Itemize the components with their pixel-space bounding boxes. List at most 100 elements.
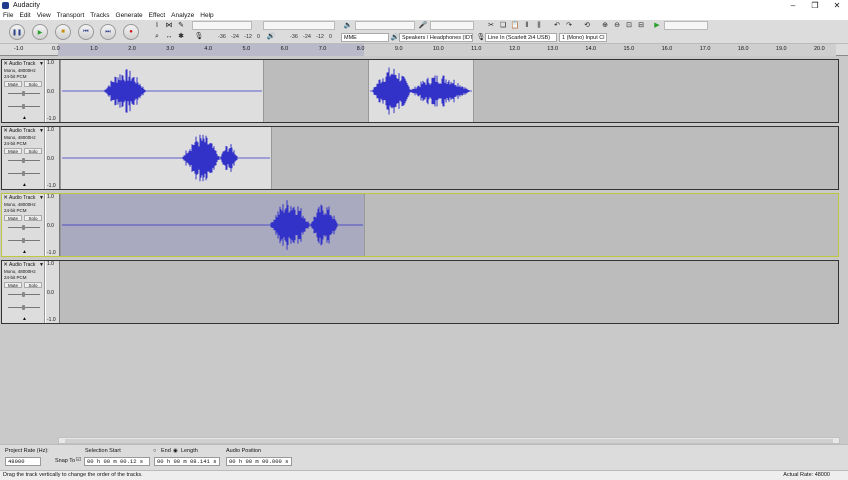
audio-track[interactable]: ✕ Audio Track ▼ Mono, 48000Hz 24-bit PCM… xyxy=(1,126,839,190)
close-icon[interactable]: ✕ xyxy=(826,0,848,11)
waveform-area[interactable] xyxy=(60,261,838,323)
copy-icon[interactable]: ❏ xyxy=(498,21,508,30)
chevron-down-icon[interactable]: ▼ xyxy=(39,128,44,134)
playback-volume-slider[interactable] xyxy=(355,21,415,30)
solo-button[interactable]: Solo xyxy=(24,148,42,154)
solo-button[interactable]: Solo xyxy=(24,215,42,221)
multi-tool-icon[interactable]: ✱ xyxy=(176,32,186,41)
track-close-icon[interactable]: ✕ xyxy=(3,128,8,134)
audio-track[interactable]: ✕ Audio Track ▼ Mono, 48000Hz 24-bit PCM… xyxy=(1,59,839,123)
sync-lock-icon[interactable]: ⟲ xyxy=(582,21,592,30)
snap-to-checkbox[interactable]: ☑ xyxy=(76,457,81,463)
redo-icon[interactable]: ↷ xyxy=(564,21,574,30)
mute-button[interactable]: Mute xyxy=(4,148,22,154)
timeline-ruler[interactable]: -1.0 0.0 1.0 2.0 3.0 4.0 5.0 6.0 7.0 8.0 9.0 10.0 11… xyxy=(0,44,848,56)
audio-track[interactable]: ✕ Audio Track ▼ Mono, 48000Hz 24-bit PCM… xyxy=(1,260,839,324)
waveform-area[interactable] xyxy=(60,60,838,122)
track-close-icon[interactable]: ✕ xyxy=(3,262,8,268)
gain-slider-thumb[interactable] xyxy=(22,91,25,96)
collapse-track-icon[interactable]: ▲ xyxy=(22,115,27,121)
record-meter[interactable] xyxy=(192,21,252,30)
track-control-panel[interactable]: ✕ Audio Track ▼ Mono, 48000Hz 24-bit PCM… xyxy=(2,194,45,256)
zoom-tool-icon[interactable]: ⌕ xyxy=(152,32,162,41)
minimize-icon[interactable]: – xyxy=(782,0,804,11)
track-name-menu[interactable]: Audio Track xyxy=(9,61,35,67)
vertical-ruler[interactable]: 1.0 0.0 -1.0 xyxy=(46,60,60,122)
horizontal-scrollbar[interactable] xyxy=(58,437,840,444)
undo-icon[interactable]: ↶ xyxy=(552,21,562,30)
menu-transport[interactable]: Transport xyxy=(54,11,88,20)
selection-start-field[interactable]: 00 h 00 m 00.12 s xyxy=(84,457,150,466)
draw-tool-icon[interactable]: ✎ xyxy=(176,21,186,30)
vertical-ruler[interactable]: 1.0 0.0 -1.0 xyxy=(46,261,60,323)
play-button[interactable]: ▶ xyxy=(32,24,48,40)
input-channels-select[interactable]: 1 (Mono) Input Cl xyxy=(559,33,607,42)
solo-button[interactable]: Solo xyxy=(24,81,42,87)
collapse-track-icon[interactable]: ▲ xyxy=(22,316,27,322)
menu-edit[interactable]: Edit xyxy=(16,11,33,20)
gain-slider-thumb[interactable] xyxy=(22,225,25,230)
menu-analyze[interactable]: Analyze xyxy=(168,11,197,20)
mute-button[interactable]: Mute xyxy=(4,215,22,221)
menu-file[interactable]: File xyxy=(0,11,16,20)
waveform-area[interactable] xyxy=(60,194,838,256)
chevron-down-icon[interactable]: ▼ xyxy=(39,262,44,268)
play-at-speed-icon[interactable]: ▶ xyxy=(652,21,662,30)
selection-tool-icon[interactable]: I xyxy=(152,21,162,30)
pan-slider-thumb[interactable] xyxy=(22,104,25,109)
menu-tracks[interactable]: Tracks xyxy=(87,11,112,20)
track-control-panel[interactable]: ✕ Audio Track ▼ Mono, 48000Hz 24-bit PCM… xyxy=(2,127,45,189)
pause-button[interactable]: ❚❚ xyxy=(9,24,25,40)
record-button[interactable]: ● xyxy=(123,24,139,40)
length-radio[interactable]: ◉ xyxy=(173,448,178,454)
playback-meter[interactable] xyxy=(263,21,335,30)
project-rate-select[interactable]: 48000 xyxy=(5,457,41,466)
fit-selection-icon[interactable]: ⊡ xyxy=(624,21,634,30)
menu-view[interactable]: View xyxy=(34,11,54,20)
input-device-select[interactable]: Line In (Scarlett 2i4 USB) xyxy=(485,33,557,42)
envelope-tool-icon[interactable]: ⋈ xyxy=(164,21,174,30)
fit-project-icon[interactable]: ⊟ xyxy=(636,21,646,30)
vertical-ruler[interactable]: 1.0 0.0 -1.0 xyxy=(46,127,60,189)
output-device-select[interactable]: Speakers / Headphones (IDT H xyxy=(399,33,473,42)
trim-icon[interactable]: ⫴ xyxy=(522,21,532,30)
collapse-track-icon[interactable]: ▲ xyxy=(22,249,27,255)
paste-icon[interactable]: 📋 xyxy=(510,21,520,30)
menu-generate[interactable]: Generate xyxy=(113,11,146,20)
track-name-menu[interactable]: Audio Track xyxy=(9,195,35,201)
skip-to-end-button[interactable]: ⏭ xyxy=(100,24,116,40)
audio-position-field[interactable]: 00 h 00 m 00.000 s xyxy=(226,457,292,466)
track-name-menu[interactable]: Audio Track xyxy=(9,128,35,134)
silence-icon[interactable]: ⫼ xyxy=(534,21,544,30)
stop-button[interactable]: ■ xyxy=(55,24,71,40)
end-radio[interactable]: ○ xyxy=(153,448,156,454)
audio-host-select[interactable]: MME xyxy=(341,33,389,42)
solo-button[interactable]: Solo xyxy=(24,282,42,288)
pan-slider-thumb[interactable] xyxy=(22,238,25,243)
maximize-icon[interactable]: ❐ xyxy=(804,0,826,11)
menu-effect[interactable]: Effect xyxy=(146,11,169,20)
gain-slider-thumb[interactable] xyxy=(22,158,25,163)
track-control-panel[interactable]: ✕ Audio Track ▼ Mono, 48000Hz 24-bit PCM… xyxy=(2,261,45,323)
vertical-ruler[interactable]: 1.0 0.0 -1.0 xyxy=(46,194,60,256)
horizontal-scroll-thumb[interactable] xyxy=(65,439,833,443)
pan-slider-thumb[interactable] xyxy=(22,305,25,310)
track-name-menu[interactable]: Audio Track xyxy=(9,262,35,268)
play-speed-slider[interactable] xyxy=(664,21,708,30)
chevron-down-icon[interactable]: ▼ xyxy=(39,61,44,67)
menu-help[interactable]: Help xyxy=(197,11,216,20)
gain-slider-thumb[interactable] xyxy=(22,292,25,297)
chevron-down-icon[interactable]: ▼ xyxy=(39,195,44,201)
track-close-icon[interactable]: ✕ xyxy=(3,195,8,201)
waveform-area[interactable] xyxy=(60,127,838,189)
track-control-panel[interactable]: ✕ Audio Track ▼ Mono, 48000Hz 24-bit PCM… xyxy=(2,60,45,122)
skip-to-start-button[interactable]: ⏮ xyxy=(78,24,94,40)
collapse-track-icon[interactable]: ▲ xyxy=(22,182,27,188)
mute-button[interactable]: Mute xyxy=(4,81,22,87)
recording-volume-slider[interactable] xyxy=(430,21,474,30)
pan-slider-thumb[interactable] xyxy=(22,171,25,176)
zoom-out-icon[interactable]: ⊖ xyxy=(612,21,622,30)
timeshift-tool-icon[interactable]: ↔ xyxy=(164,32,174,41)
cut-icon[interactable]: ✂ xyxy=(486,21,496,30)
audio-track[interactable]: ✕ Audio Track ▼ Mono, 48000Hz 24-bit PCM… xyxy=(1,193,839,257)
